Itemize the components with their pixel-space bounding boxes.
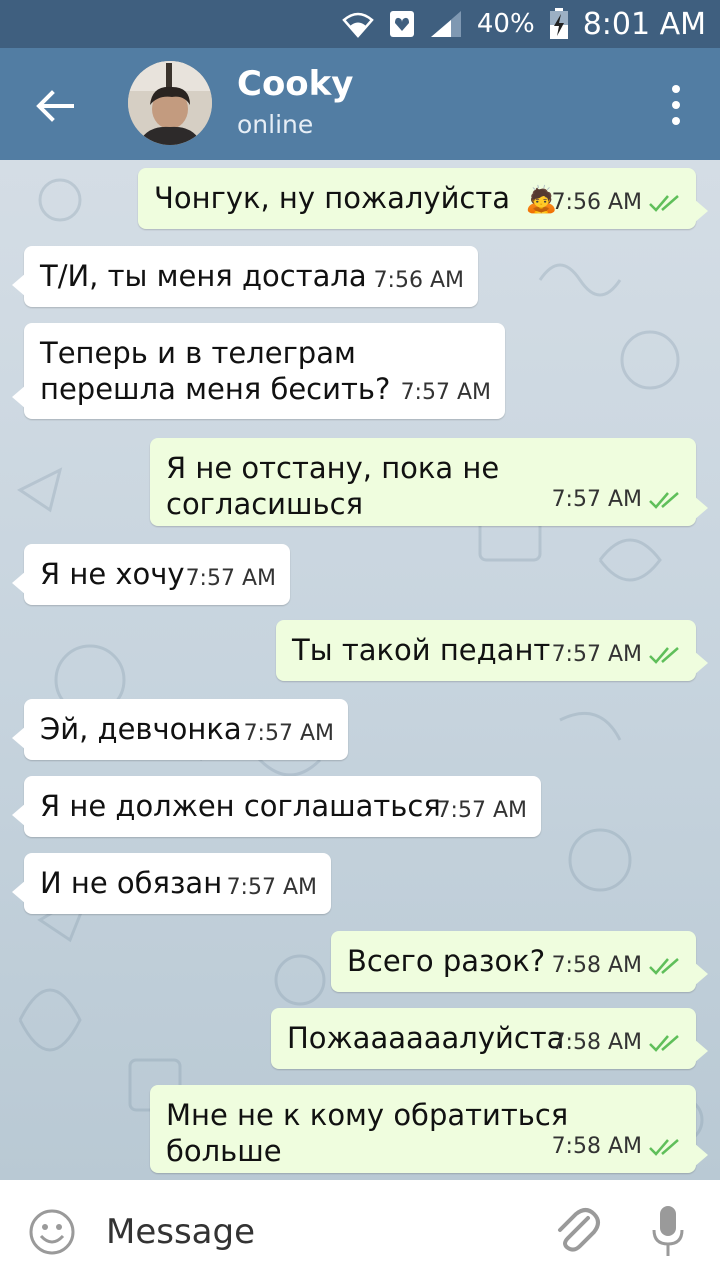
message-bubble-outgoing[interactable]: Мне не к кому обратиться больше 7:58 AM <box>150 1085 708 1173</box>
message-bubble-outgoing[interactable]: Ты такой педант 7:57 AM <box>276 620 708 681</box>
message-time: 7:57 AM <box>226 875 317 900</box>
read-double-check-icon <box>649 195 679 212</box>
message-text: Я не должен соглашаться <box>40 789 441 823</box>
message-bubble-incoming[interactable]: Эй, девчонка 7:57 AM <box>12 699 348 760</box>
message-time: 7:58 AM <box>551 1030 642 1055</box>
chat-title: Cooky <box>237 64 354 104</box>
read-double-check-icon <box>649 958 679 975</box>
notification-heart-icon <box>389 11 414 37</box>
message-text: Пожаааааалуйста <box>287 1021 565 1055</box>
message-meta: 7:57 AM <box>437 793 527 829</box>
battery-percent: 40% <box>476 9 535 39</box>
message-time: 7:57 AM <box>551 642 642 667</box>
message-bubble-incoming[interactable]: Я не должен соглашаться 7:57 AM <box>12 776 541 837</box>
read-double-check-icon <box>649 1035 679 1052</box>
message-meta: 7:57 AM <box>552 637 682 673</box>
message-bubble-outgoing[interactable]: Пожаааааалуйста 7:58 AM <box>271 1008 708 1069</box>
message-bubble-incoming[interactable]: Теперь и в телеграм перешла меня бесить?… <box>12 323 505 419</box>
attach-icon[interactable] <box>550 1204 602 1256</box>
message-meta: 7:58 AM <box>552 1025 682 1061</box>
message-text: Мне не к кому обратиться больше <box>166 1098 569 1168</box>
message-list[interactable]: Чонгук, ну пожалуйста 🙇 7:56 AM Т/И, ты … <box>0 160 720 1180</box>
message-time: 7:57 AM <box>436 798 527 823</box>
message-bubble-outgoing[interactable]: Чонгук, ну пожалуйста 🙇 7:56 AM <box>138 168 708 229</box>
chat-header: Cooky online <box>0 48 720 160</box>
message-time: 7:56 AM <box>373 268 464 293</box>
message-meta: 7:57 AM <box>186 561 276 597</box>
message-meta: 7:57 AM <box>401 375 491 411</box>
more-options-icon[interactable] <box>664 82 688 128</box>
message-text: Эй, девчонка <box>40 712 242 746</box>
message-meta: 7:57 AM <box>227 870 317 906</box>
microphone-icon[interactable] <box>650 1204 686 1260</box>
message-text: Ты такой педант <box>292 633 551 667</box>
message-composer: Message <box>0 1180 720 1280</box>
message-text: Теперь и в телеграм перешла меня бесить? <box>40 336 391 406</box>
avatar-photo <box>128 61 212 145</box>
message-meta: 7:57 AM <box>552 482 682 518</box>
read-double-check-icon <box>649 1139 679 1156</box>
chat-status: online <box>237 110 314 139</box>
message-meta: 7:56 AM <box>552 185 682 221</box>
message-time: 7:57 AM <box>243 721 334 746</box>
message-bubble-incoming[interactable]: Я не хочу 7:57 AM <box>12 544 290 605</box>
wifi-icon <box>342 12 374 38</box>
message-bubble-outgoing[interactable]: Я не отстану, пока не согласишься 7:57 A… <box>150 438 708 526</box>
message-meta: 7:58 AM <box>552 1129 682 1165</box>
message-text: И не обязан <box>40 866 223 900</box>
message-time: 7:57 AM <box>400 380 491 405</box>
message-input[interactable]: Message <box>106 1212 255 1252</box>
message-time: 7:56 AM <box>551 190 642 215</box>
message-text: Т/И, ты меня достала <box>40 259 367 293</box>
message-text: Я не хочу <box>40 557 185 591</box>
emoji-icon[interactable] <box>28 1208 76 1256</box>
avatar[interactable] <box>128 61 212 145</box>
message-meta: 7:56 AM <box>374 263 464 299</box>
message-time: 7:57 AM <box>551 487 642 512</box>
read-double-check-icon <box>649 492 679 509</box>
message-bubble-incoming[interactable]: Т/И, ты меня достала 7:56 AM <box>12 246 478 307</box>
back-arrow-icon[interactable] <box>32 84 76 128</box>
message-text: Чонгук, ну пожалуйста <box>154 181 511 215</box>
message-meta: 7:58 AM <box>552 948 682 984</box>
read-double-check-icon <box>649 647 679 664</box>
signal-icon <box>430 11 461 37</box>
message-time: 7:57 AM <box>185 566 276 591</box>
message-time: 7:58 AM <box>551 1134 642 1159</box>
message-time: 7:58 AM <box>551 953 642 978</box>
message-meta: 7:57 AM <box>244 716 334 752</box>
message-bubble-outgoing[interactable]: Всего разок? 7:58 AM <box>331 931 708 992</box>
status-time: 8:01 AM <box>582 6 706 42</box>
message-bubble-incoming[interactable]: И не обязан 7:57 AM <box>12 853 331 914</box>
message-text: Всего разок? <box>347 944 546 978</box>
message-text: Я не отстану, пока не согласишься <box>166 451 500 521</box>
battery-charging-icon <box>549 8 568 39</box>
status-bar: 40% 8:01 AM <box>0 0 720 48</box>
